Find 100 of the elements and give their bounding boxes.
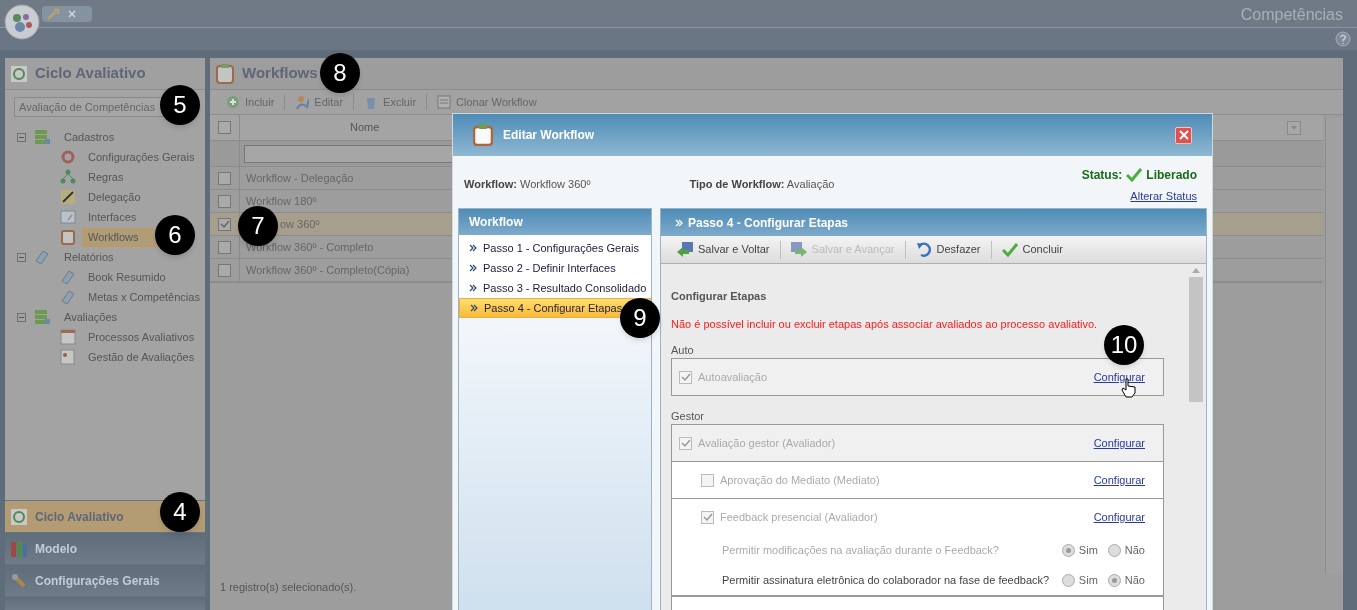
question-text: Permitir assinatura eletrônica do colaborador na fase de feedback? bbox=[722, 572, 1050, 588]
item-icon bbox=[60, 169, 76, 185]
toolbar-button[interactable]: Desfazer bbox=[913, 241, 983, 258]
stage-checkbox[interactable] bbox=[679, 370, 692, 384]
collapse-toggle[interactable] bbox=[17, 132, 26, 142]
tree-item[interactable]: Gestão de Avaliações bbox=[82, 347, 201, 367]
panel-title: Ciclo Avaliativo bbox=[35, 63, 146, 84]
close-icon bbox=[1178, 130, 1189, 140]
step-item[interactable]: Passo 3 - Resultado Consolidado bbox=[459, 278, 651, 298]
toolbar-button[interactable]: Editar bbox=[293, 93, 346, 111]
chevrons-icon bbox=[469, 264, 477, 272]
tool-icon bbox=[295, 94, 310, 110]
row-checkbox[interactable] bbox=[218, 217, 231, 231]
collapse-toggle[interactable] bbox=[17, 252, 26, 262]
section-icon bbox=[11, 540, 27, 557]
callout-tooltip: 8 bbox=[320, 53, 360, 93]
column-header[interactable]: Nome bbox=[350, 119, 380, 136]
toolbar-button[interactable]: Concluir bbox=[999, 241, 1065, 258]
tree-item[interactable]: Avaliações bbox=[64, 308, 117, 326]
select-all-checkbox[interactable] bbox=[218, 121, 231, 134]
step-item[interactable]: Passo 2 - Definir Interfaces bbox=[459, 258, 651, 278]
tree-item[interactable]: Configurações Gerais bbox=[82, 147, 201, 167]
stage-label: Feedback presencial (Avaliador) bbox=[720, 509, 878, 525]
chevrons-icon bbox=[469, 244, 477, 252]
stage-label: Avaliação gestor (Avaliador) bbox=[698, 435, 836, 451]
tree-item[interactable]: Processos Avaliativos bbox=[82, 327, 201, 347]
scroll-up-icon bbox=[1192, 268, 1200, 273]
toolbar-button[interactable]: Incluir bbox=[224, 93, 277, 111]
toolbar-button[interactable]: Clonar Workflow bbox=[435, 93, 539, 111]
panel-title: Workflows bbox=[242, 63, 318, 84]
stage-checkbox[interactable] bbox=[701, 473, 714, 487]
close-icon bbox=[68, 10, 76, 18]
tool-icon bbox=[790, 241, 807, 258]
item-icon bbox=[60, 349, 76, 365]
tree-item[interactable]: Metas x Competências bbox=[82, 287, 206, 307]
help-icon bbox=[1335, 31, 1351, 47]
check-icon bbox=[680, 438, 691, 448]
row-checkbox[interactable] bbox=[218, 240, 231, 254]
question-text: Permitir modificações na avaliação durante o Feedback? bbox=[722, 542, 999, 558]
group-label: Auto bbox=[671, 343, 694, 358]
tool-icon bbox=[915, 241, 932, 258]
app-tab[interactable] bbox=[42, 6, 92, 22]
tool-icon bbox=[1001, 241, 1018, 258]
item-icon bbox=[60, 329, 76, 345]
configure-link[interactable]: Configurar bbox=[1093, 471, 1145, 489]
toolbar-button[interactable]: Excluir bbox=[362, 93, 419, 111]
chevrons-icon bbox=[469, 284, 477, 292]
warning-text: Não é possível incluir ou excluir etapas após associar avaliados ao processo avaliativo. bbox=[671, 316, 1099, 332]
tool-icon bbox=[677, 241, 693, 258]
tree-item[interactable]: Regras bbox=[82, 167, 130, 187]
tree-item[interactable]: Book Resumido bbox=[82, 267, 172, 287]
clipboard-icon bbox=[216, 63, 234, 84]
table-cell-text: ow 360º bbox=[280, 216, 320, 232]
wrench-icon bbox=[46, 8, 60, 20]
dialog-title: Editar Workflow bbox=[503, 127, 595, 144]
check-icon bbox=[219, 219, 230, 229]
tool-icon bbox=[226, 94, 240, 110]
check-icon bbox=[1126, 168, 1143, 182]
dropdown-icon bbox=[1287, 120, 1301, 135]
collapse-toggle[interactable] bbox=[17, 312, 26, 322]
cycle-icon bbox=[11, 65, 27, 82]
chevrons-icon bbox=[675, 218, 683, 227]
panel-title: Workflow bbox=[459, 209, 651, 235]
item-icon bbox=[60, 269, 76, 285]
stage-label: Aprovação do Mediato (Mediato) bbox=[720, 472, 880, 488]
status-link[interactable]: Alterar Status bbox=[1130, 188, 1197, 205]
status-value: Liberado bbox=[1146, 167, 1197, 184]
stage-label: Autoavaliação bbox=[698, 369, 768, 385]
check-icon bbox=[680, 372, 691, 382]
item-icon bbox=[60, 229, 76, 245]
section-title: Configurar Etapas bbox=[671, 289, 768, 304]
row-checkbox[interactable] bbox=[218, 263, 231, 277]
row-checkbox[interactable] bbox=[218, 171, 231, 185]
panel-title: Passo 4 - Configurar Etapas bbox=[688, 214, 849, 232]
configure-link[interactable]: Configurar bbox=[1093, 434, 1145, 452]
close-button[interactable] bbox=[1175, 126, 1192, 144]
status-label: Status: bbox=[1081, 167, 1123, 184]
toolbar-button[interactable]: Salvar e Voltar bbox=[675, 241, 772, 258]
section-icon bbox=[11, 508, 27, 525]
scrollbar-thumb[interactable] bbox=[1189, 277, 1203, 402]
row-checkbox[interactable] bbox=[218, 194, 231, 208]
accordion-tab[interactable]: Modelo bbox=[5, 532, 205, 564]
group-label: Gestor bbox=[671, 409, 704, 424]
configure-link[interactable]: Configurar bbox=[1093, 508, 1145, 526]
radio-option[interactable]: Não bbox=[1107, 571, 1145, 589]
stage-checkbox[interactable] bbox=[701, 510, 714, 524]
stage-checkbox[interactable] bbox=[679, 436, 692, 450]
tree-item[interactable]: Interfaces bbox=[82, 207, 143, 227]
clipboard-icon bbox=[473, 124, 493, 146]
item-icon bbox=[60, 189, 76, 205]
info-text: Tipo de Workflow: Avaliação bbox=[689, 177, 835, 192]
tree-item[interactable]: Cadastros bbox=[64, 128, 115, 146]
step-item[interactable]: Passo 1 - Configurações Gerais bbox=[459, 238, 651, 258]
radio-option[interactable]: Sim bbox=[1061, 571, 1098, 589]
check-icon bbox=[702, 512, 713, 522]
accordion-tab[interactable]: Configurações Gerais bbox=[5, 564, 205, 596]
configure-link[interactable]: Configurar bbox=[1093, 368, 1145, 386]
tree-item[interactable]: Delegação bbox=[82, 187, 147, 207]
section-icon bbox=[11, 572, 27, 589]
tree-item[interactable]: Relatórios bbox=[64, 248, 114, 266]
